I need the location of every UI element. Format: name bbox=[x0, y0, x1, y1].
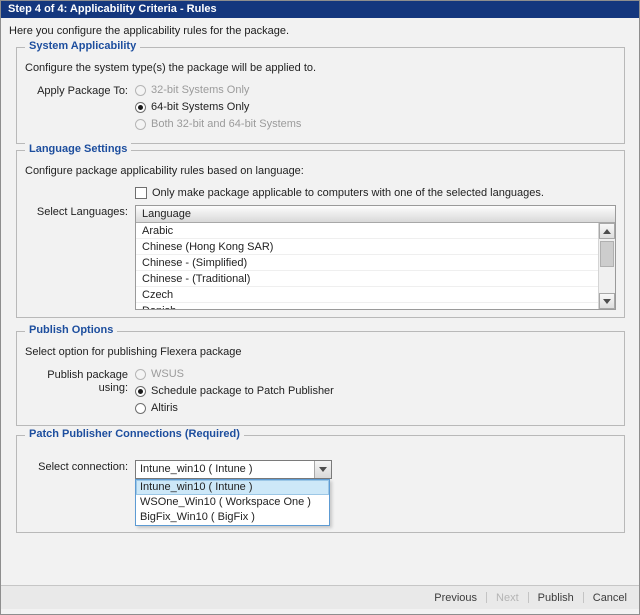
wizard-subtitle: Here you configure the applicability rul… bbox=[9, 25, 289, 37]
scrollbar-thumb[interactable] bbox=[600, 241, 614, 267]
dropdown-item-intune[interactable]: Intune_win10 ( Intune ) bbox=[136, 480, 329, 495]
footer-button-bar: Previous Next Publish Cancel bbox=[1, 585, 639, 609]
publish-package-using-label: Publish package using: bbox=[25, 368, 135, 395]
system-applicability-description: Configure the system type(s) the package… bbox=[25, 62, 616, 74]
wizard-title: Step 4 of 4: Applicability Criteria - Ru… bbox=[1, 1, 639, 18]
language-list-scrollbar[interactable] bbox=[598, 223, 615, 309]
select-languages-label: Select Languages: bbox=[25, 205, 135, 219]
button-separator bbox=[528, 592, 529, 603]
previous-button[interactable]: Previous bbox=[434, 592, 477, 604]
radio-option-label: Both 32-bit and 64-bit Systems bbox=[151, 118, 301, 130]
radio-icon bbox=[135, 403, 146, 414]
list-item[interactable]: Czech bbox=[136, 287, 598, 303]
select-connection-label: Select connection: bbox=[25, 460, 135, 474]
language-filter-checkbox-row[interactable]: Only make package applicable to computer… bbox=[135, 187, 616, 199]
list-item[interactable]: Danish bbox=[136, 303, 598, 310]
publish-options-group: Publish Options Select option for publis… bbox=[16, 331, 625, 426]
language-filter-checkbox-label: Only make package applicable to computer… bbox=[152, 187, 544, 199]
list-item[interactable]: Chinese (Hong Kong SAR) bbox=[136, 239, 598, 255]
radio-option-patch-publisher[interactable]: Schedule package to Patch Publisher bbox=[135, 385, 334, 397]
connection-dropdown-list: Intune_win10 ( Intune ) WSOne_Win10 ( Wo… bbox=[135, 479, 330, 526]
button-separator bbox=[486, 592, 487, 603]
connection-combobox[interactable]: Intune_win10 ( Intune ) bbox=[135, 460, 332, 479]
language-listbox[interactable]: Language Arabic Chinese (Hong Kong SAR) … bbox=[135, 205, 616, 310]
list-item[interactable]: Arabic bbox=[136, 223, 598, 239]
list-item[interactable]: Chinese - (Traditional) bbox=[136, 271, 598, 287]
publish-button[interactable]: Publish bbox=[538, 592, 574, 604]
radio-option-both: Both 32-bit and 64-bit Systems bbox=[135, 118, 301, 130]
scroll-down-icon[interactable] bbox=[599, 293, 615, 309]
apply-package-to-label: Apply Package To: bbox=[25, 84, 135, 98]
button-separator bbox=[583, 592, 584, 603]
radio-option-label: 64-bit Systems Only bbox=[151, 101, 249, 113]
radio-option-label: Schedule package to Patch Publisher bbox=[151, 385, 334, 397]
cancel-button[interactable]: Cancel bbox=[593, 592, 627, 604]
system-applicability-legend: System Applicability bbox=[25, 40, 140, 52]
radio-option-64bit[interactable]: 64-bit Systems Only bbox=[135, 101, 301, 113]
language-settings-group: Language Settings Configure package appl… bbox=[16, 150, 625, 318]
radio-option-label: WSUS bbox=[151, 368, 184, 380]
radio-icon bbox=[135, 85, 146, 96]
language-settings-legend: Language Settings bbox=[25, 143, 131, 155]
dropdown-item-wsone[interactable]: WSOne_Win10 ( Workspace One ) bbox=[136, 495, 329, 510]
radio-option-32bit: 32-bit Systems Only bbox=[135, 84, 301, 96]
radio-checked-icon bbox=[135, 102, 146, 113]
publish-options-description: Select option for publishing Flexera pac… bbox=[25, 346, 616, 358]
wizard-window: Step 4 of 4: Applicability Criteria - Ru… bbox=[0, 0, 640, 615]
radio-option-wsus: WSUS bbox=[135, 368, 334, 380]
connection-combobox-value: Intune_win10 ( Intune ) bbox=[136, 461, 314, 478]
list-item[interactable]: Chinese - (Simplified) bbox=[136, 255, 598, 271]
radio-option-altiris[interactable]: Altiris bbox=[135, 402, 334, 414]
next-button: Next bbox=[496, 592, 519, 604]
scroll-up-icon[interactable] bbox=[599, 223, 615, 239]
dropdown-item-bigfix[interactable]: BigFix_Win10 ( BigFix ) bbox=[136, 510, 329, 525]
patch-publisher-connections-legend: Patch Publisher Connections (Required) bbox=[25, 428, 244, 440]
radio-option-label: Altiris bbox=[151, 402, 178, 414]
radio-option-label: 32-bit Systems Only bbox=[151, 84, 249, 96]
chevron-down-icon[interactable] bbox=[314, 461, 331, 478]
radio-icon bbox=[135, 119, 146, 130]
publish-options-legend: Publish Options bbox=[25, 324, 117, 336]
radio-icon bbox=[135, 369, 146, 380]
patch-publisher-connections-group: Patch Publisher Connections (Required) S… bbox=[16, 435, 625, 533]
language-column-header[interactable]: Language bbox=[136, 206, 615, 223]
radio-checked-icon bbox=[135, 386, 146, 397]
checkbox-icon[interactable] bbox=[135, 187, 147, 199]
system-applicability-group: System Applicability Configure the syste… bbox=[16, 47, 625, 144]
language-settings-description: Configure package applicability rules ba… bbox=[25, 165, 616, 177]
